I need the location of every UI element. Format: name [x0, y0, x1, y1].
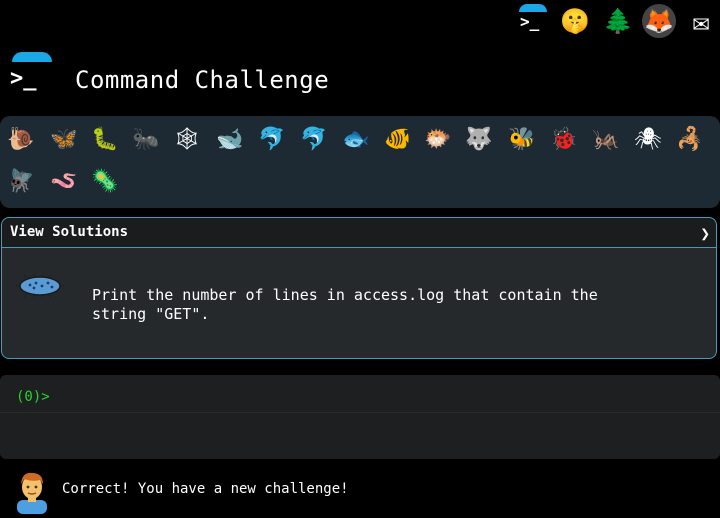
scorpion-icon[interactable]: 🦂 [675, 124, 705, 154]
terminal-icon[interactable]: >_ [514, 4, 548, 38]
mail-icon[interactable]: ✉ [684, 4, 718, 38]
ladybug-icon[interactable]: 🐞 [549, 124, 579, 154]
tropical-fish-icon[interactable]: 🐠 [383, 124, 413, 154]
avatar [17, 472, 47, 514]
dolphin-icon[interactable]: 🐬 [257, 124, 287, 154]
top-bar: >_ 🤫 🌲 🦊 ✉ [0, 0, 720, 44]
spiderweb-icon[interactable]: 🕸 [172, 124, 202, 154]
umbrella-shape [12, 52, 52, 62]
critter-strip: 🐌 🦋 🐛 🐜 🕸 🐋 🐬 🐬 🐟 🐠 🐡 🐺 🐝 🐞 🦗 🕷 🦂 🪰 🪱 🦠 [0, 116, 720, 208]
prompt-glyph: >_ [520, 12, 540, 31]
terminal-prompt: (0)> [16, 389, 50, 405]
microbe-icon [16, 274, 64, 298]
dolphin-icon-2[interactable]: 🐬 [299, 124, 329, 154]
tree-icon[interactable]: 🌲 [601, 4, 635, 38]
terminal-input[interactable] [60, 383, 704, 409]
chevron-right-icon: ❯ [700, 224, 710, 243]
app-logo[interactable]: >_ [8, 50, 54, 96]
worm-icon[interactable]: 🪱 [49, 166, 79, 196]
terminal-input-line: (0)> [0, 375, 720, 413]
shush-face-icon[interactable]: 🤫 [558, 4, 592, 38]
ant-icon[interactable]: 🐜 [131, 124, 161, 154]
wolf-icon[interactable]: 🐺 [464, 124, 494, 154]
spider-icon[interactable]: 🕷 [633, 124, 663, 154]
prompt-glyph: >_ [10, 66, 37, 91]
challenge-panel: View Solutions ❯ Print the number of lin… [1, 217, 717, 359]
challenge-description: Print the number of lines in access.log … [92, 286, 598, 323]
bee-icon[interactable]: 🐝 [507, 124, 537, 154]
gitlab-icon[interactable]: 🦊 [642, 4, 676, 38]
status-message: Correct! You have a new challenge! [62, 481, 349, 497]
fly-icon[interactable]: 🪰 [6, 166, 36, 196]
microbe-icon[interactable]: 🦠 [90, 166, 120, 196]
umbrella-shape [519, 4, 547, 12]
butterfly-icon[interactable]: 🦋 [49, 124, 79, 154]
view-solutions-toggle[interactable]: View Solutions ❯ [2, 218, 716, 248]
page-title: Command Challenge [75, 66, 330, 94]
terminal[interactable]: (0)> [0, 375, 720, 459]
blowfish-icon[interactable]: 🐡 [423, 124, 453, 154]
caterpillar-icon[interactable]: 🐛 [90, 124, 120, 154]
cricket-icon[interactable]: 🦗 [591, 124, 621, 154]
view-solutions-label: View Solutions [10, 224, 129, 240]
snail-icon[interactable]: 🐌 [6, 124, 36, 154]
fish-icon[interactable]: 🐟 [341, 124, 371, 154]
whale-icon[interactable]: 🐋 [215, 124, 245, 154]
